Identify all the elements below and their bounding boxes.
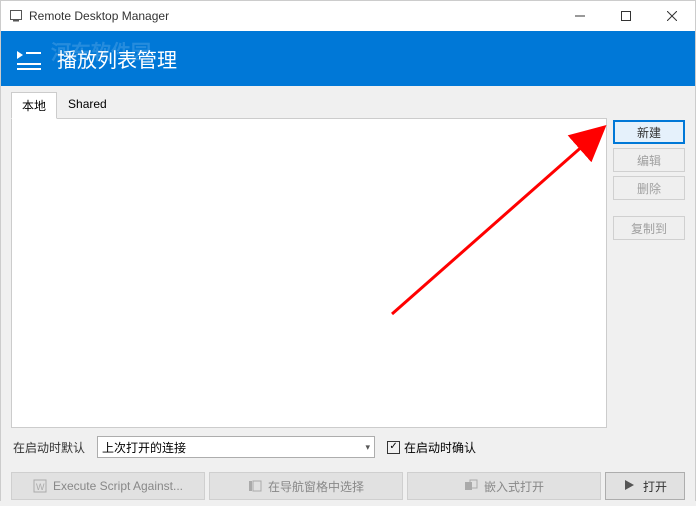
chevron-down-icon: ▾ bbox=[365, 442, 370, 453]
embed-open-button[interactable]: 嵌入式打开 bbox=[407, 472, 601, 500]
select-value: 上次打开的连接 bbox=[102, 439, 186, 456]
playlist-icon bbox=[13, 43, 45, 75]
nav-select-icon bbox=[248, 479, 262, 493]
delete-button[interactable]: 删除 bbox=[613, 176, 685, 200]
default-on-start-label: 在启动时默认 bbox=[13, 439, 85, 456]
open-button[interactable]: 打开 bbox=[605, 472, 685, 500]
execute-script-button[interactable]: W Execute Script Against... bbox=[11, 472, 205, 500]
confirm-on-start-label: 在启动时确认 bbox=[404, 439, 476, 456]
annotation-arrow bbox=[362, 114, 622, 334]
select-in-nav-button[interactable]: 在导航窗格中选择 bbox=[209, 472, 403, 500]
embed-icon bbox=[464, 479, 478, 493]
banner-title: 播放列表管理 bbox=[57, 44, 177, 73]
window-title: Remote Desktop Manager bbox=[29, 9, 557, 23]
script-icon: W bbox=[33, 479, 47, 493]
app-icon bbox=[9, 9, 23, 23]
playlist-listbox[interactable] bbox=[11, 118, 607, 428]
minimize-button[interactable] bbox=[557, 1, 603, 31]
confirm-on-start-checkbox[interactable]: ✓ 在启动时确认 bbox=[387, 439, 476, 456]
tab-local[interactable]: 本地 bbox=[11, 92, 57, 119]
edit-button[interactable]: 编辑 bbox=[613, 148, 685, 172]
svg-text:W: W bbox=[36, 482, 45, 492]
default-on-start-select[interactable]: 上次打开的连接 ▾ bbox=[97, 436, 375, 458]
copyto-button[interactable]: 复制到 bbox=[613, 216, 685, 240]
new-button[interactable]: 新建 bbox=[613, 120, 685, 144]
checkbox-box: ✓ bbox=[387, 441, 400, 454]
maximize-button[interactable] bbox=[603, 1, 649, 31]
tab-shared[interactable]: Shared bbox=[57, 92, 118, 119]
close-button[interactable] bbox=[649, 1, 695, 31]
play-icon bbox=[623, 479, 637, 493]
